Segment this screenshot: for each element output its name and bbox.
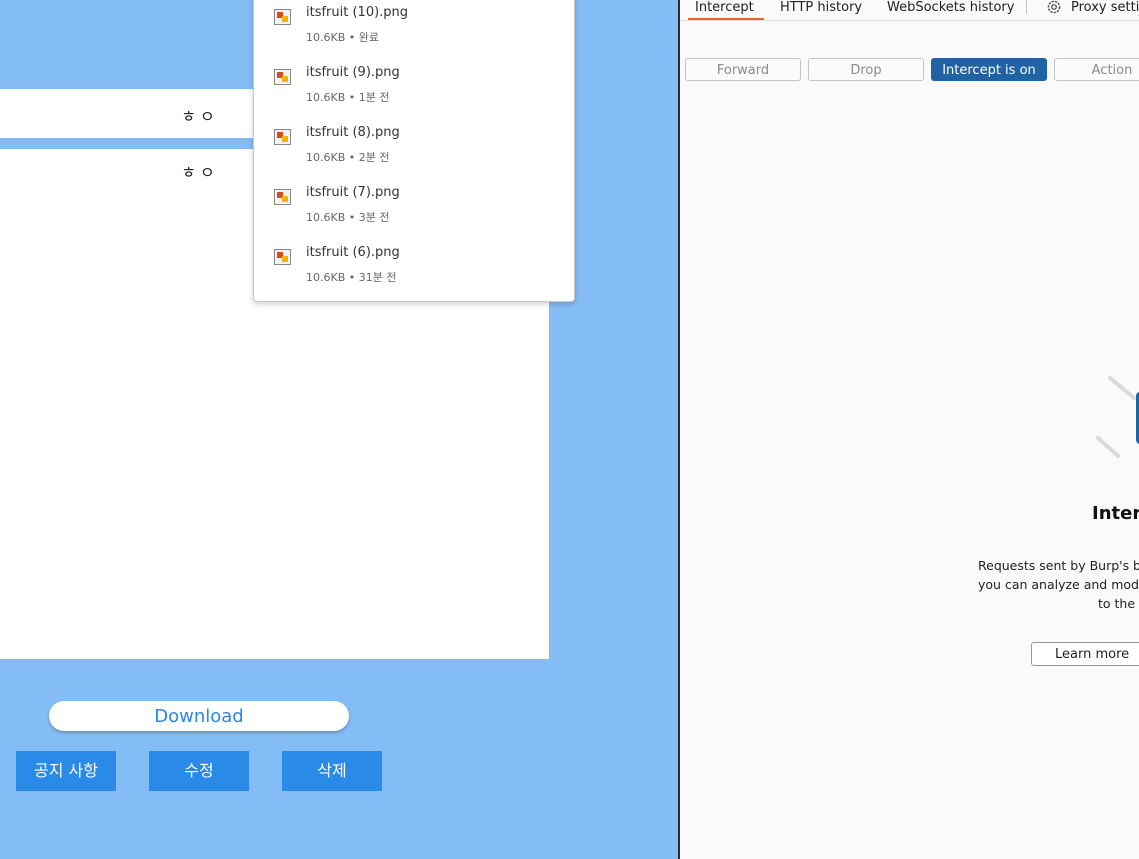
delete-button[interactable]: 삭제 bbox=[282, 751, 382, 791]
download-meta: 10.6KB • 31분 전 bbox=[306, 271, 397, 284]
download-item[interactable]: itsfruit (8).png 10.6KB • 2분 전 bbox=[254, 121, 574, 177]
download-filename: itsfruit (10).png bbox=[306, 5, 409, 20]
image-file-icon bbox=[274, 129, 291, 145]
empty-state-description-line: you can analyze and modi bbox=[978, 577, 1139, 592]
download-meta: 10.6KB • 1분 전 bbox=[306, 91, 390, 104]
web-page: ㅎㅇ ㅎㅇ Download 공지 사항 수정 삭제 itsfruit (10)… bbox=[0, 0, 678, 859]
downloads-panel: itsfruit (10).png 10.6KB • 완료 itsfruit (… bbox=[253, 0, 575, 302]
download-filename: itsfruit (6).png bbox=[306, 245, 400, 260]
action-button[interactable]: Action bbox=[1054, 58, 1139, 81]
image-file-icon bbox=[274, 9, 291, 25]
forward-button[interactable]: Forward bbox=[685, 58, 801, 81]
empty-state-description-line: to the bbox=[1098, 596, 1136, 611]
download-item[interactable]: itsfruit (10).png 10.6KB • 완료 bbox=[254, 1, 574, 57]
intercept-toggle-button[interactable]: Intercept is on bbox=[931, 58, 1047, 81]
tab-http-history[interactable]: HTTP history bbox=[780, 0, 862, 20]
download-item[interactable]: itsfruit (7).png 10.6KB • 3분 전 bbox=[254, 181, 574, 237]
drop-button[interactable]: Drop bbox=[808, 58, 924, 81]
tab-intercept[interactable]: Intercept bbox=[688, 0, 764, 20]
learn-more-button[interactable]: Learn more bbox=[1031, 642, 1139, 666]
download-meta: 10.6KB • 2분 전 bbox=[306, 151, 390, 164]
image-file-icon bbox=[274, 249, 291, 265]
burp-proxy-panel: Intercept HTTP history WebSockets histor… bbox=[680, 0, 1139, 859]
download-filename: itsfruit (8).png bbox=[306, 125, 400, 140]
image-file-icon bbox=[274, 189, 291, 205]
proxy-tab-bar: Intercept HTTP history WebSockets histor… bbox=[680, 0, 1139, 21]
empty-state-description-line: Requests sent by Burp's br bbox=[978, 558, 1139, 573]
image-file-icon bbox=[274, 69, 291, 85]
empty-state-title: Interc bbox=[1092, 503, 1139, 524]
post-row-text: ㅎㅇ bbox=[181, 107, 219, 126]
edit-button[interactable]: 수정 bbox=[149, 751, 249, 791]
tab-proxy-settings[interactable]: Proxy settin bbox=[1071, 0, 1139, 20]
download-item[interactable]: itsfruit (9).png 10.6KB • 1분 전 bbox=[254, 61, 574, 117]
download-item[interactable]: itsfruit (6).png 10.6KB • 31분 전 bbox=[254, 241, 574, 297]
download-meta: 10.6KB • 완료 bbox=[306, 31, 379, 44]
download-meta: 10.6KB • 3분 전 bbox=[306, 211, 390, 224]
post-content-text: ㅎㅇ bbox=[181, 163, 219, 182]
gear-icon[interactable] bbox=[1046, 0, 1062, 15]
intercept-illustration-icon bbox=[1096, 376, 1139, 458]
download-filename: itsfruit (7).png bbox=[306, 185, 400, 200]
tab-separator bbox=[1026, 0, 1027, 14]
tab-websockets-history[interactable]: WebSockets history bbox=[887, 0, 1014, 20]
download-filename: itsfruit (9).png bbox=[306, 65, 400, 80]
notice-button[interactable]: 공지 사항 bbox=[16, 751, 116, 791]
download-button[interactable]: Download bbox=[49, 701, 349, 731]
